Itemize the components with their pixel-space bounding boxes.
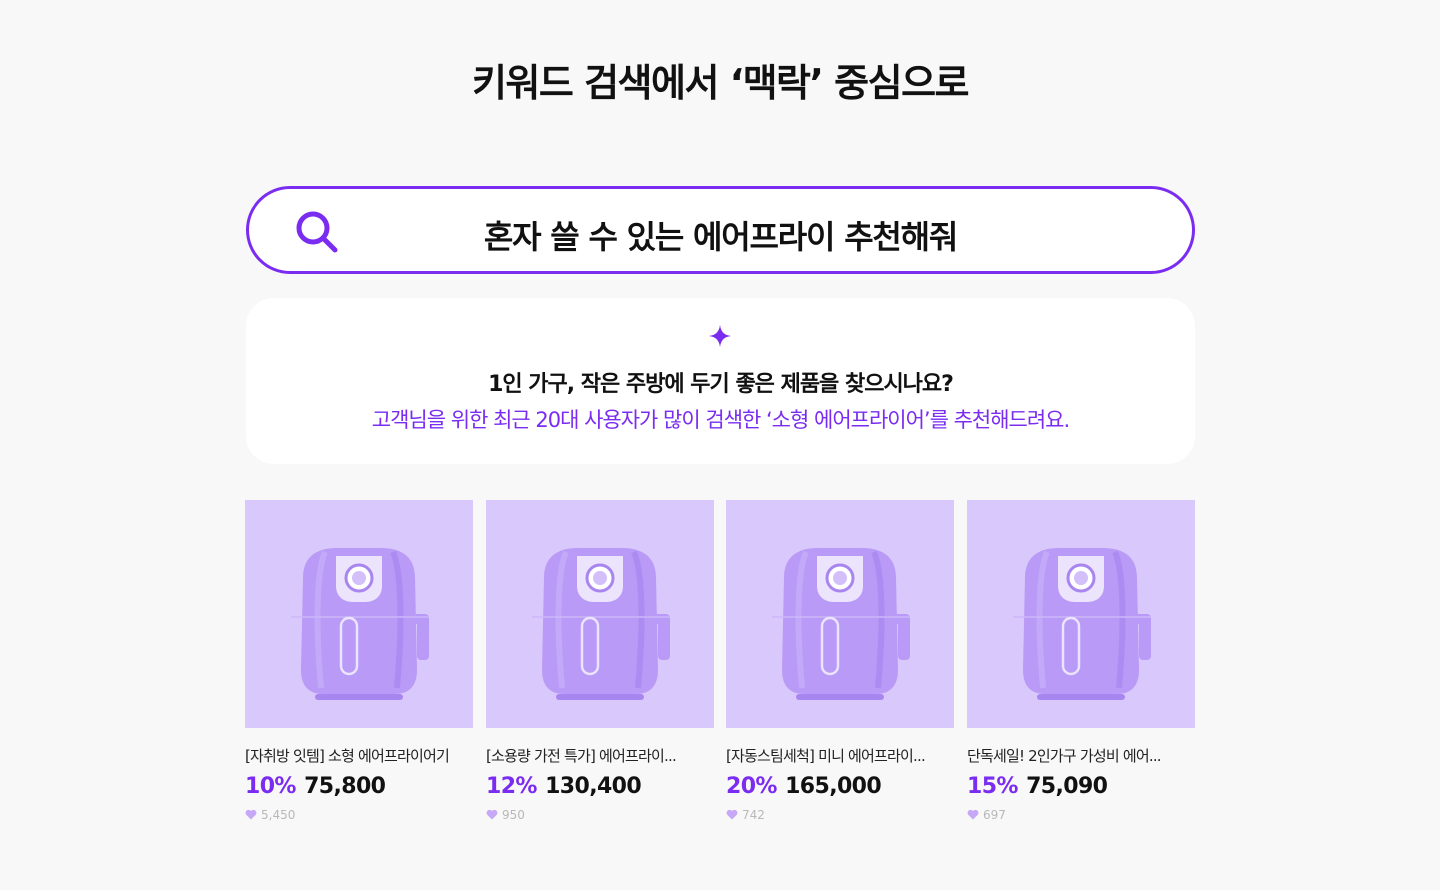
like-count: 742 bbox=[742, 808, 765, 822]
heart-icon[interactable] bbox=[486, 809, 498, 820]
heart-icon[interactable] bbox=[967, 809, 979, 820]
air-fryer-icon bbox=[291, 548, 429, 700]
product-name[interactable]: [자동스팀세척] 미니 에어프라이... bbox=[726, 745, 954, 766]
ai-question: 1인 가구, 작은 주방에 두기 좋은 제품을 찾으시나요? bbox=[488, 372, 954, 397]
like-count: 950 bbox=[502, 808, 525, 822]
product-card[interactable]: [자취방 잇템] 소형 에어프라이어기 10% 75,800 5,450 bbox=[245, 500, 473, 824]
product-name[interactable]: 단독세일! 2인가구 가성비 에어... bbox=[967, 745, 1195, 766]
heart-icon[interactable] bbox=[726, 809, 738, 820]
price-row: 10% 75,800 bbox=[245, 774, 473, 804]
likes-row: 950 bbox=[486, 808, 714, 824]
discount-rate: 12% bbox=[486, 774, 537, 799]
likes-row: 5,450 bbox=[245, 808, 473, 824]
heart-icon[interactable] bbox=[245, 809, 257, 820]
price: 75,090 bbox=[1026, 774, 1108, 799]
price: 130,400 bbox=[545, 774, 642, 799]
ai-answer: 고객님을 위한 최근 20대 사용자가 많이 검색한 ‘소형 에어프라이어’를 … bbox=[371, 408, 1070, 432]
likes-row: 697 bbox=[967, 808, 1195, 824]
product-card[interactable]: [자동스팀세척] 미니 에어프라이... 20% 165,000 742 bbox=[726, 500, 954, 824]
air-fryer-icon bbox=[1013, 548, 1151, 700]
air-fryer-icon bbox=[772, 548, 910, 700]
discount-rate: 10% bbox=[245, 774, 296, 799]
product-name[interactable]: [자취방 잇템] 소형 에어프라이어기 bbox=[245, 745, 473, 766]
product-card[interactable]: 단독세일! 2인가구 가성비 에어... 15% 75,090 697 bbox=[967, 500, 1195, 824]
product-card[interactable]: [소용량 가전 특가] 에어프라이... 12% 130,400 950 bbox=[486, 500, 714, 824]
price: 75,800 bbox=[304, 774, 386, 799]
like-count: 697 bbox=[983, 808, 1006, 822]
product-name[interactable]: [소용량 가전 특가] 에어프라이... bbox=[486, 745, 714, 766]
likes-row: 742 bbox=[726, 808, 954, 824]
product-image[interactable] bbox=[245, 500, 473, 728]
price-row: 15% 75,090 bbox=[967, 774, 1195, 804]
air-fryer-icon bbox=[532, 548, 670, 700]
product-image[interactable] bbox=[726, 500, 954, 728]
price: 165,000 bbox=[785, 774, 882, 799]
like-count: 5,450 bbox=[261, 808, 296, 822]
price-row: 20% 165,000 bbox=[726, 774, 954, 804]
discount-rate: 20% bbox=[726, 774, 777, 799]
price-row: 12% 130,400 bbox=[486, 774, 714, 804]
sparkle-icon bbox=[709, 325, 731, 347]
search-query[interactable]: 혼자 쓸 수 있는 에어프라이 추천해줘 bbox=[249, 212, 1192, 258]
search-bar[interactable]: 혼자 쓸 수 있는 에어프라이 추천해줘 bbox=[246, 186, 1195, 274]
discount-rate: 15% bbox=[967, 774, 1018, 799]
product-image[interactable] bbox=[967, 500, 1195, 728]
ai-recommendation-card: 1인 가구, 작은 주방에 두기 좋은 제품을 찾으시나요? 고객님을 위한 최… bbox=[246, 298, 1195, 464]
page-title: 키워드 검색에서 ‘맥락’ 중심으로 bbox=[471, 61, 970, 105]
product-image[interactable] bbox=[486, 500, 714, 728]
